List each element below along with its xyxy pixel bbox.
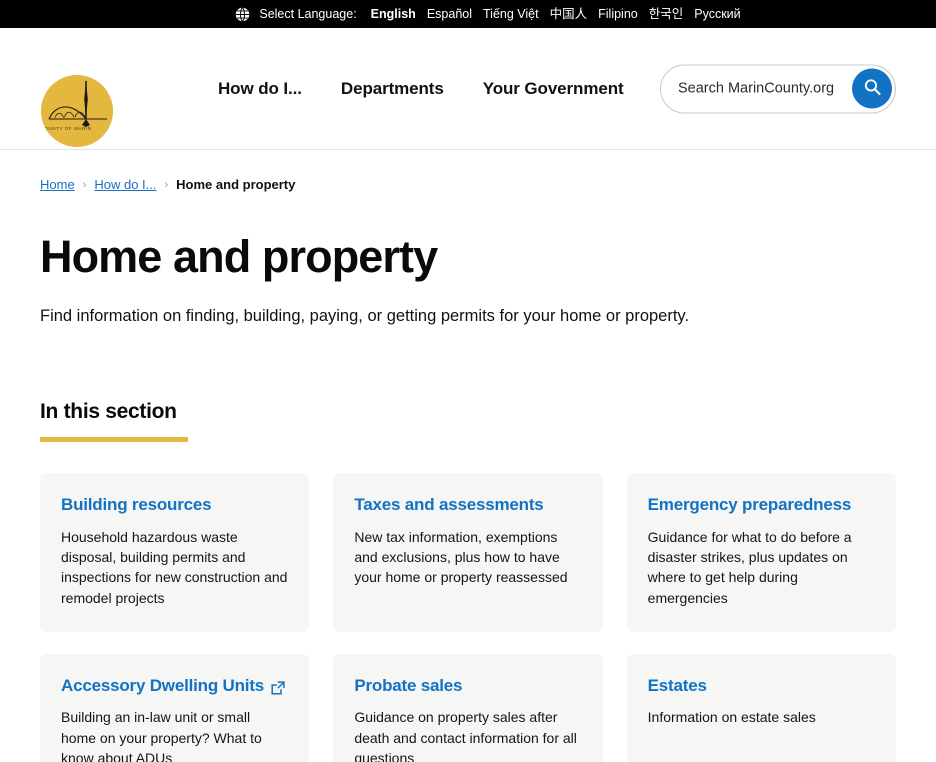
card-estates[interactable]: Estates Information on estate sales	[626, 653, 896, 762]
card-title: Estates	[648, 676, 875, 696]
section-card-grid: Building resources Household hazardous w…	[40, 473, 896, 762]
nav-item-how-do-i[interactable]: How do I...	[218, 79, 302, 99]
language-option-tieng-viet[interactable]: Tiếng Việt	[483, 8, 539, 21]
language-option-chinese[interactable]: 中国人	[550, 8, 588, 21]
search-icon	[863, 78, 882, 100]
section-underline-rule	[40, 437, 188, 443]
card-title-label: Probate sales	[354, 675, 463, 695]
card-title-label: Taxes and assessments	[354, 495, 544, 515]
card-title: Probate sales	[354, 676, 581, 696]
card-description: Guidance on property sales after death a…	[354, 709, 577, 762]
card-emergency-preparedness[interactable]: Emergency preparedness Guidance for what…	[626, 473, 896, 632]
card-description: New tax information, exemptions and excl…	[354, 528, 568, 586]
card-title-label: Emergency preparedness	[647, 495, 852, 515]
card-building-resources[interactable]: Building resources Household hazardous w…	[40, 473, 310, 632]
language-option-filipino[interactable]: Filipino	[598, 8, 638, 21]
card-title-label: Estates	[647, 675, 707, 695]
card-title: Taxes and assessments	[354, 495, 581, 515]
language-option-russian[interactable]: Русский	[694, 8, 740, 21]
card-description: Information on estate sales	[647, 709, 816, 726]
page-intro: Find information on finding, building, p…	[40, 307, 690, 326]
chevron-right-icon: ›	[82, 178, 87, 191]
language-bar: Select Language: English Español Tiếng V…	[0, 0, 936, 28]
card-title: Building resources	[61, 495, 288, 515]
county-of-marin-logo[interactable]: COUNTY OF MARIN	[41, 75, 113, 147]
breadcrumb: Home › How do I... › Home and property	[40, 150, 896, 192]
language-option-english[interactable]: English	[371, 8, 416, 21]
external-link-icon	[271, 680, 285, 695]
main-content: Home › How do I... › Home and property H…	[0, 150, 936, 762]
main-navigation: How do I... Departments Your Government	[218, 79, 624, 99]
card-description: Household hazardous waste disposal, buil…	[61, 528, 288, 606]
language-option-espanol[interactable]: Español	[427, 8, 472, 21]
card-title: Accessory Dwelling Units	[61, 676, 288, 696]
globe-icon	[235, 6, 250, 22]
breadcrumb-item-home[interactable]: Home	[40, 177, 75, 192]
card-title-label: Building resources	[61, 495, 212, 515]
site-search	[660, 64, 896, 113]
breadcrumb-item-how-do-i[interactable]: How do I...	[94, 177, 156, 192]
nav-item-departments[interactable]: Departments	[341, 79, 444, 99]
page-title: Home and property	[40, 231, 438, 282]
section-heading: In this section	[40, 400, 177, 424]
search-submit-button[interactable]	[852, 68, 892, 109]
card-accessory-dwelling-units[interactable]: Accessory Dwelling Units Building an in-…	[40, 653, 310, 762]
card-title-label: Accessory Dwelling Units	[61, 675, 265, 695]
card-description: Building an in-law unit or small home on…	[61, 709, 262, 762]
breadcrumb-item-current: Home and property	[176, 177, 296, 192]
site-header: COUNTY OF MARIN How do I... Departments …	[0, 28, 936, 150]
language-option-korean[interactable]: 한국인	[649, 8, 684, 21]
nav-item-your-government[interactable]: Your Government	[483, 79, 624, 99]
card-title: Emergency preparedness	[648, 495, 875, 515]
card-probate-sales[interactable]: Probate sales Guidance on property sales…	[333, 653, 603, 762]
svg-text:COUNTY OF MARIN: COUNTY OF MARIN	[41, 126, 92, 131]
search-input[interactable]	[678, 80, 852, 97]
card-taxes-and-assessments[interactable]: Taxes and assessments New tax informatio…	[333, 473, 603, 632]
chevron-right-icon: ›	[164, 178, 169, 191]
in-this-section-header: In this section	[40, 400, 188, 443]
select-language-label: Select Language:	[259, 6, 357, 21]
card-description: Guidance for what to do before a disaste…	[647, 528, 852, 606]
